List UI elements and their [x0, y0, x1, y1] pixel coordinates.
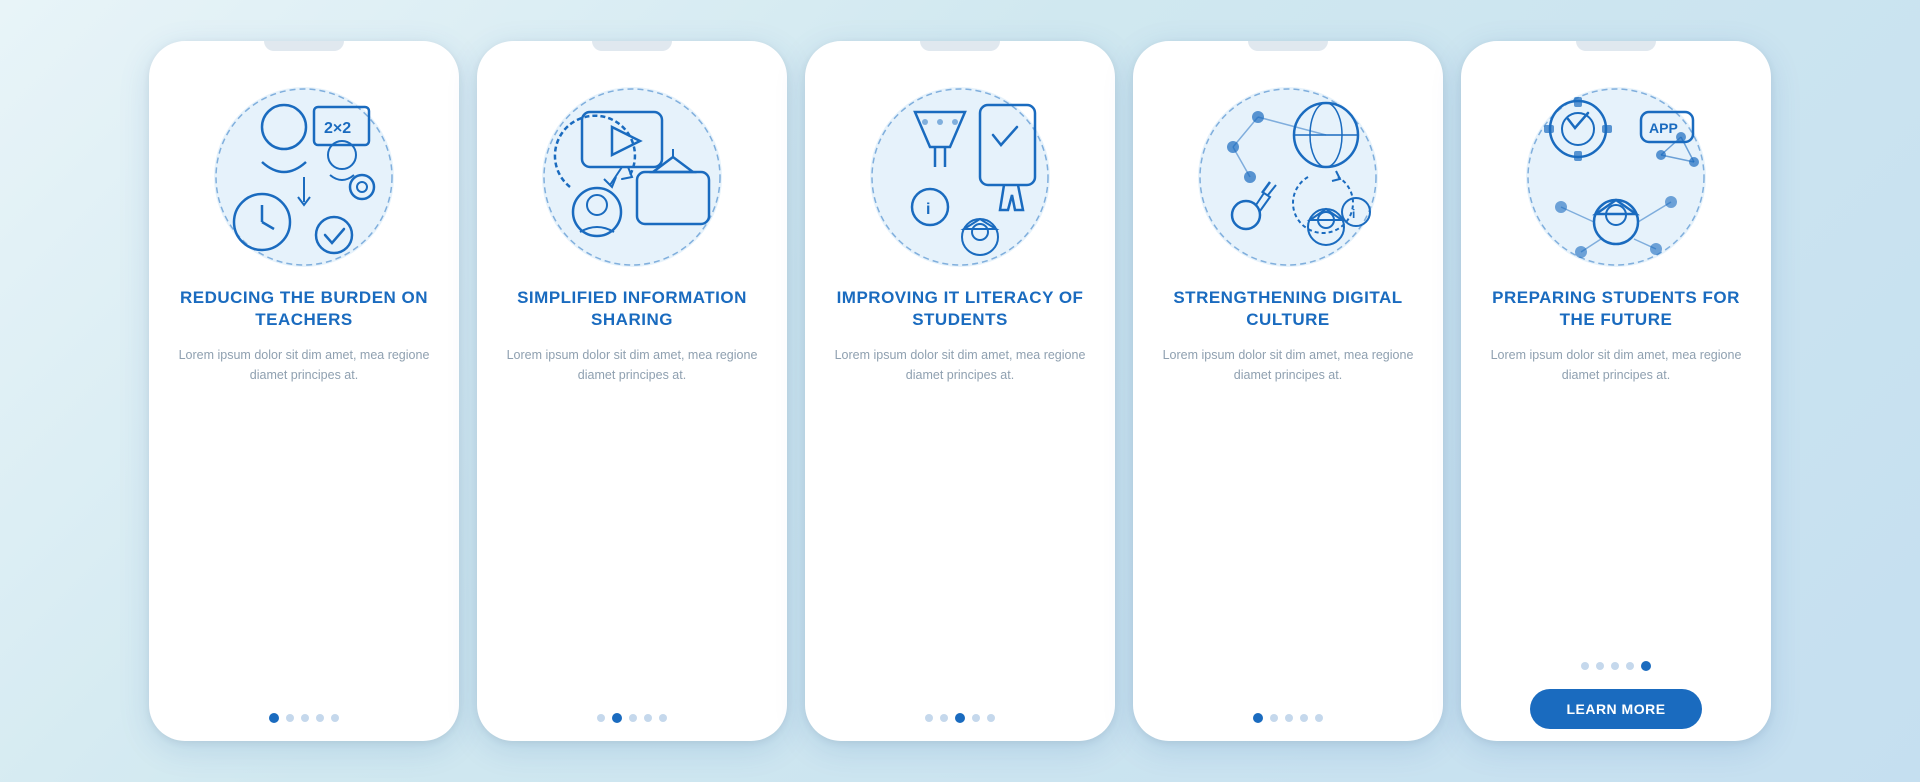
card-5-body: Lorem ipsum dolor sit dim amet, mea regi… [1485, 345, 1747, 385]
dot-4-2 [1270, 714, 1278, 722]
svg-text:APP: APP [1649, 120, 1678, 136]
illustration-future: APP [1506, 67, 1726, 287]
card-2-content: SIMPLIFIED INFORMATION SHARING Lorem ips… [477, 287, 787, 741]
card-1-title: REDUCING THE BURDEN ON TEACHERS [173, 287, 435, 331]
card-3-body: Lorem ipsum dolor sit dim amet, mea regi… [829, 345, 1091, 385]
dot-1-5 [331, 714, 339, 722]
card-future-students: APP [1461, 41, 1771, 741]
illustration-digital-culture: i [1178, 67, 1398, 287]
dot-5-5 [1641, 661, 1651, 671]
dot-2-2 [612, 713, 622, 723]
dot-1-3 [301, 714, 309, 722]
dot-5-1 [1581, 662, 1589, 670]
card-2-title: SIMPLIFIED INFORMATION SHARING [501, 287, 763, 331]
dot-3-5 [987, 714, 995, 722]
phone-notch-5 [1576, 41, 1656, 51]
card-1-dots [269, 713, 339, 723]
card-3-content: IMPROVING IT LITERACY OF STUDENTS Lorem … [805, 287, 1115, 741]
card-4-body: Lorem ipsum dolor sit dim amet, mea regi… [1157, 345, 1419, 385]
illustration-info-sharing [522, 67, 742, 287]
dot-5-2 [1596, 662, 1604, 670]
dot-1-4 [316, 714, 324, 722]
card-1-content: REDUCING THE BURDEN ON TEACHERS Lorem ip… [149, 287, 459, 741]
dot-4-5 [1315, 714, 1323, 722]
phone-notch-1 [264, 41, 344, 51]
dot-3-3 [955, 713, 965, 723]
card-2-body: Lorem ipsum dolor sit dim amet, mea regi… [501, 345, 763, 385]
dot-3-2 [940, 714, 948, 722]
dot-5-4 [1626, 662, 1634, 670]
dot-1-1 [269, 713, 279, 723]
dot-2-4 [644, 714, 652, 722]
card-5-content: PREPARING STUDENTS FOR THE FUTURE Lorem … [1461, 287, 1771, 741]
learn-more-button[interactable]: LEARN MORE [1530, 689, 1701, 729]
card-5-dots [1581, 661, 1651, 671]
dot-5-3 [1611, 662, 1619, 670]
phone-notch-3 [920, 41, 1000, 51]
card-2-dots [597, 713, 667, 723]
card-3-title: IMPROVING IT LITERACY OF STUDENTS [829, 287, 1091, 331]
card-4-content: STRENGTHENING DIGITAL CULTURE Lorem ipsu… [1133, 287, 1443, 741]
card-info-sharing: SIMPLIFIED INFORMATION SHARING Lorem ips… [477, 41, 787, 741]
dot-4-4 [1300, 714, 1308, 722]
card-3-dots [925, 713, 995, 723]
card-it-literacy: i IMPROVING IT LITERACY OF STUDENTS Lore… [805, 41, 1115, 741]
dot-3-4 [972, 714, 980, 722]
card-1-body: Lorem ipsum dolor sit dim amet, mea regi… [173, 345, 435, 385]
svg-text:i: i [926, 201, 930, 218]
dot-2-5 [659, 714, 667, 722]
dot-3-1 [925, 714, 933, 722]
phone-notch-2 [592, 41, 672, 51]
dot-2-3 [629, 714, 637, 722]
dot-2-1 [597, 714, 605, 722]
svg-text:2×2: 2×2 [324, 120, 351, 137]
card-4-dots [1253, 713, 1323, 723]
card-4-title: STRENGTHENING DIGITAL CULTURE [1157, 287, 1419, 331]
dot-4-3 [1285, 714, 1293, 722]
cards-container: 2×2 REDUCING TH [129, 21, 1791, 761]
phone-notch-4 [1248, 41, 1328, 51]
card-5-title: PREPARING STUDENTS FOR THE FUTURE [1485, 287, 1747, 331]
dot-4-1 [1253, 713, 1263, 723]
card-digital-culture: i STRENGTHENING DIGITAL CULTURE Lorem ip… [1133, 41, 1443, 741]
dot-1-2 [286, 714, 294, 722]
illustration-it-literacy: i [850, 67, 1070, 287]
card-reducing-burden: 2×2 REDUCING TH [149, 41, 459, 741]
illustration-teachers: 2×2 [194, 67, 414, 287]
